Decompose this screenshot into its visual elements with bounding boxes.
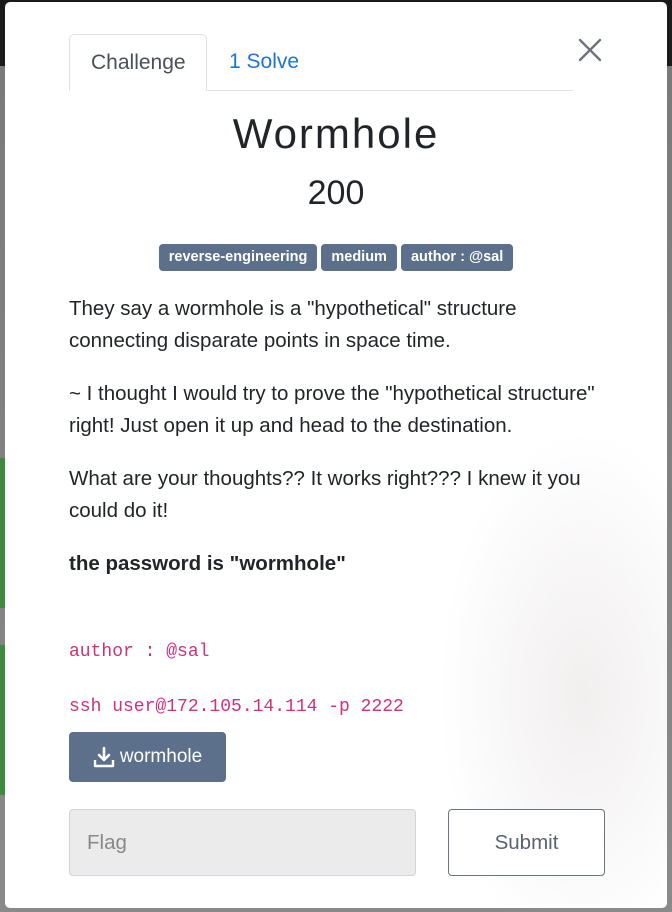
- tab-challenge[interactable]: Challenge: [69, 34, 207, 91]
- challenge-points: 200: [307, 174, 365, 212]
- tag-badge: medium: [321, 244, 397, 271]
- tab-solves[interactable]: 1 Solve: [208, 34, 320, 89]
- download-icon: [93, 746, 115, 768]
- tag-badge: reverse-engineering: [158, 244, 318, 271]
- close-button[interactable]: [575, 35, 605, 65]
- code-ssh-command: ssh user@172.105.14.114 -p 2222: [69, 697, 404, 717]
- modal-tabs: Challenge 1 Solve: [69, 34, 573, 91]
- challenge-title: Wormhole: [232, 110, 440, 157]
- code-author: author : @sal: [69, 642, 210, 662]
- submit-button[interactable]: Submit: [448, 809, 605, 876]
- tag-list: reverse-engineering medium author : @sal: [5, 244, 667, 271]
- description-paragraph: ~ I thought I would try to prove the "hy…: [69, 382, 595, 437]
- tag-badge: author : @sal: [400, 244, 514, 271]
- challenge-modal: Challenge 1 Solve Wormhole 200 reverse-e…: [5, 2, 667, 908]
- download-file-label: wormhole: [119, 746, 203, 767]
- close-icon: [578, 38, 602, 62]
- download-file-button[interactable]: wormhole: [69, 732, 226, 782]
- description-paragraph: What are your thoughts?? It works right?…: [69, 467, 581, 522]
- flag-input[interactable]: [69, 809, 416, 876]
- challenge-description: They say a wormhole is a "hypothetical" …: [69, 293, 599, 580]
- description-paragraph: They say a wormhole is a "hypothetical" …: [69, 297, 517, 352]
- password-hint: the password is "wormhole": [69, 552, 346, 575]
